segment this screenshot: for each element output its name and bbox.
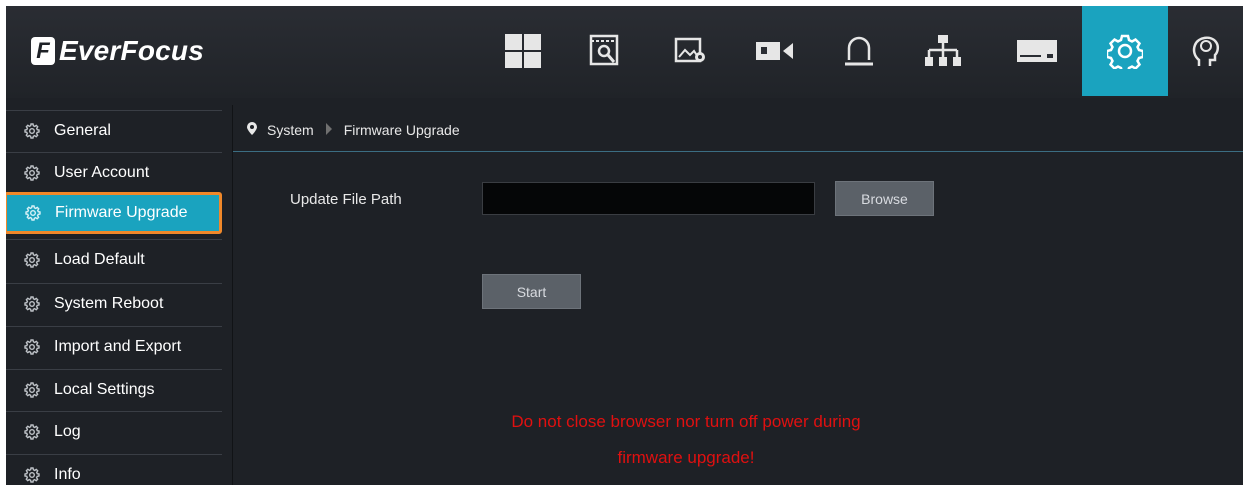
user-head-icon[interactable] — [1168, 6, 1243, 96]
location-pin-icon — [247, 122, 257, 138]
camera-icon[interactable] — [732, 6, 818, 96]
warning-line-2: firmware upgrade! — [617, 448, 755, 467]
update-file-path-input[interactable] — [482, 182, 815, 215]
sidebar-item-label: Load Default — [54, 250, 145, 268]
sidebar-item-label: Log — [54, 422, 81, 440]
sidebar-item-import-and-export[interactable]: Import and Export — [6, 326, 222, 366]
gear-icon — [24, 381, 40, 398]
gear-icon — [24, 251, 40, 268]
sidebar-item-local-settings[interactable]: Local Settings — [6, 369, 222, 409]
breadcrumb-current: Firmware Upgrade — [343, 122, 460, 138]
sidebar-divider — [232, 105, 233, 485]
image-settings-icon[interactable] — [648, 6, 734, 96]
logo-text: EverFocus — [59, 35, 204, 66]
sidebar-item-user-account[interactable]: User Account — [6, 152, 222, 192]
system-gear-icon[interactable] — [1082, 6, 1168, 96]
gear-icon — [25, 205, 41, 221]
top-bar: F EverFocus — [6, 6, 1243, 98]
sidebar-item-label: System Reboot — [54, 294, 164, 312]
storage-hdd-icon[interactable] — [994, 6, 1080, 96]
sidebar: General User Account Firmware Upgrade Load … — [6, 105, 232, 485]
sidebar-item-system-reboot[interactable]: System Reboot — [6, 283, 222, 323]
sidebar-item-label: Info — [54, 465, 81, 483]
browse-button[interactable]: Browse — [835, 181, 934, 216]
gear-icon — [24, 295, 40, 312]
sidebar-item-firmware-upgrade[interactable]: Firmware Upgrade — [6, 192, 222, 234]
alarm-bell-icon[interactable] — [816, 6, 902, 96]
everfocus-logo: F EverFocus — [31, 34, 204, 68]
app-window: F EverFocus General User Account Firmwar… — [6, 6, 1243, 485]
network-icon[interactable] — [900, 6, 986, 96]
sidebar-item-general[interactable]: General — [6, 110, 222, 150]
start-button[interactable]: Start — [482, 274, 581, 309]
breadcrumb-separator-icon — [325, 122, 332, 138]
sidebar-item-label: Firmware Upgrade — [55, 204, 188, 221]
gear-icon — [24, 122, 40, 139]
gear-icon — [24, 338, 40, 355]
gear-icon — [24, 466, 40, 483]
sidebar-item-label: Local Settings — [54, 380, 155, 398]
update-file-path-label: Update File Path — [290, 191, 402, 208]
live-view-grid-icon[interactable] — [480, 6, 566, 96]
warning-line-1: Do not close browser nor turn off power … — [511, 412, 861, 431]
playback-search-icon[interactable] — [562, 6, 648, 96]
logo-mark: F — [31, 37, 55, 65]
breadcrumb: System Firmware Upgrade — [233, 109, 1243, 152]
sidebar-item-info[interactable]: Info — [6, 454, 222, 485]
gear-icon — [24, 164, 40, 181]
breadcrumb-root[interactable]: System — [267, 122, 314, 138]
sidebar-item-label: General — [54, 121, 111, 139]
sidebar-item-load-default[interactable]: Load Default — [6, 239, 222, 279]
sidebar-item-label: Import and Export — [54, 337, 182, 355]
sidebar-item-log[interactable]: Log — [6, 411, 222, 451]
sidebar-item-label: User Account — [54, 163, 150, 181]
gear-icon — [24, 423, 40, 440]
